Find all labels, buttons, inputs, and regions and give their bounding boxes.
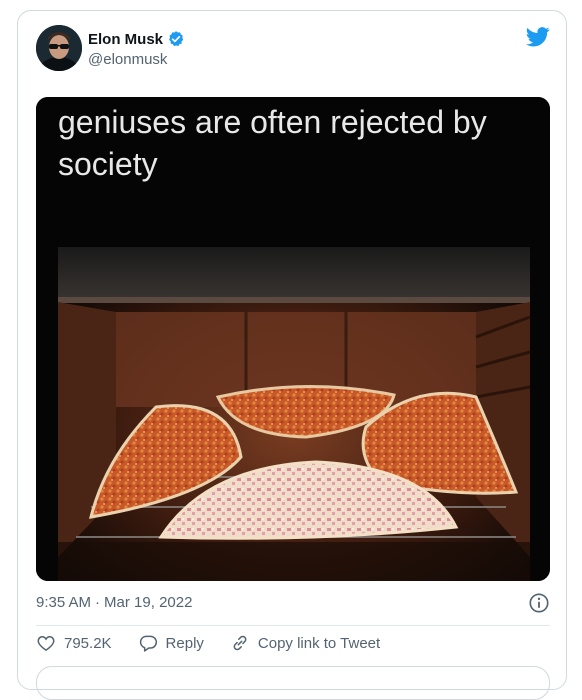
divider — [36, 625, 550, 626]
author-handle[interactable]: @elonmusk — [88, 51, 167, 68]
like-button[interactable]: 795.2K — [36, 632, 112, 654]
tweet-image[interactable]: geniuses are often rejected by society — [36, 97, 550, 581]
tweet-date[interactable]: Mar 19, 2022 — [104, 594, 192, 611]
reply-icon — [139, 635, 157, 652]
author-avatar[interactable] — [36, 25, 82, 71]
tweet-card: Elon Musk @elonmusk geniuses are often r… — [17, 10, 567, 700]
timestamp-separator: · — [95, 594, 101, 611]
read-replies-button[interactable] — [36, 666, 550, 700]
verified-badge-icon — [169, 31, 184, 47]
info-icon[interactable] — [528, 592, 550, 614]
author-name[interactable]: Elon Musk — [88, 30, 185, 48]
link-icon — [233, 635, 247, 651]
image-caption: geniuses are often rejected by society — [58, 104, 487, 182]
author-name-text[interactable]: Elon Musk — [88, 31, 163, 48]
heart-icon — [37, 635, 55, 651]
reply-label: Reply — [165, 634, 204, 652]
copy-link-button[interactable]: Copy link to Tweet — [230, 632, 380, 654]
reply-button[interactable]: Reply — [138, 632, 204, 654]
twitter-bird-icon[interactable] — [526, 27, 550, 47]
tweet-timestamp[interactable]: 9:35 AM · Mar 19, 2022 — [36, 594, 192, 611]
copy-link-label: Copy link to Tweet — [257, 634, 381, 652]
like-count: 795.2K — [64, 634, 112, 652]
tweet-time[interactable]: 9:35 AM — [36, 594, 91, 611]
tweet-actions: 795.2K Reply Copy link to Tweet — [36, 632, 406, 654]
